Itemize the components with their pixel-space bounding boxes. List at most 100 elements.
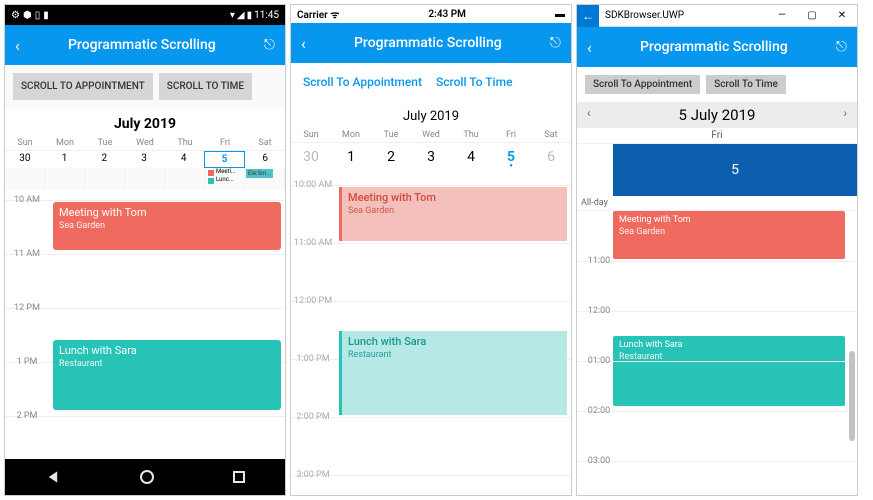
appointment-meeting[interactable]: Meeting with Tom Sea Garden (339, 187, 567, 241)
appointment-lunch[interactable]: Lunch with Sara Restaurant (613, 336, 845, 406)
nav-home-icon[interactable] (140, 470, 154, 484)
day-label: Fri (577, 128, 857, 144)
day-label: Sat (245, 136, 285, 150)
date-row: 30 1 2 3 4 5 6 (5, 151, 285, 168)
window-title: SDKBrowser.UWP (599, 10, 767, 21)
date-cell-selected[interactable]: 5 (491, 143, 531, 175)
day-label: Tue (85, 136, 125, 150)
prev-icon[interactable]: ‹ (587, 106, 591, 120)
date-cell[interactable]: 1 (331, 143, 371, 175)
date-cell[interactable]: 4 (451, 143, 491, 175)
next-icon[interactable]: › (843, 106, 847, 120)
appt-sub: Sea Garden (619, 227, 839, 237)
appt-title: Lunch with Sara (59, 344, 137, 357)
scroll-to-time-button[interactable]: Scroll To Time (706, 75, 786, 94)
month-header: ‹ 5 July 2019 › (577, 102, 857, 128)
app-bar: ‹ Programmatic Scrolling ⎋ (291, 23, 571, 63)
day-label: Wed (125, 136, 165, 150)
day-label: Sat (531, 128, 571, 142)
button-row: Scroll To Appointment Scroll To Time (291, 63, 571, 101)
app-title: Programmatic Scrolling (306, 35, 550, 51)
appointment-meeting[interactable]: Meeting with Tom Sea Garden (53, 202, 281, 250)
app-bar: ‹ Programmatic Scrolling ⎋ (577, 27, 857, 67)
month-header: July 2019 (291, 101, 571, 128)
time-label: 1:00 PM (291, 354, 335, 364)
date-cell[interactable]: 6 (245, 151, 285, 168)
scroll-to-time-button[interactable]: SCROLL TO TIME (159, 73, 252, 100)
time-label: 02:00 (577, 406, 621, 416)
appt-title: Meeting with Tom (348, 191, 436, 204)
date-cell[interactable]: 4 (164, 151, 204, 168)
share-icon[interactable]: ⎋ (264, 37, 275, 53)
android-device: ⚙ ⬢ ▯ ▮ ▾ ◢ ▮ 11:45 ‹ Programmatic Scrol… (4, 4, 286, 496)
date-block[interactable]: 5 (613, 144, 857, 196)
share-icon[interactable]: ⎋ (836, 39, 847, 55)
date-cell[interactable]: 1 (45, 151, 85, 168)
scroll-to-appointment-button[interactable]: SCROLL TO APPOINTMENT (13, 73, 153, 100)
scrollbar[interactable] (849, 351, 855, 441)
time-label: 10:00 AM (291, 180, 335, 190)
time-label: 12 PM (5, 303, 49, 313)
time-label: 1 PM (5, 357, 49, 367)
date-cell[interactable]: 2 (84, 151, 124, 168)
ios-status-bar: Carrier ᯤ 2:43 PM ▬ (291, 5, 571, 23)
month-label: 5 July 2019 (679, 106, 756, 124)
day-label: Thu (165, 136, 205, 150)
date-cell[interactable]: 30 (5, 151, 45, 168)
time-label: 3:00 PM (291, 470, 335, 480)
minimize-icon[interactable]: — (767, 10, 797, 21)
time-label: 2:00 PM (291, 412, 335, 422)
battery-icon: ▮ (247, 10, 253, 21)
time-grid[interactable]: Meeting with Tom Sea Garden 11:00 12:00 … (577, 211, 857, 491)
time-grid[interactable]: 10:00 AM 11:00 AM 12:00 PM 1:00 PM 2:00 … (291, 175, 571, 496)
day-label: Fri (205, 136, 245, 150)
appt-sub: Restaurant (348, 350, 561, 360)
carrier-label: Carrier (297, 10, 328, 21)
day-label: Wed (411, 128, 451, 142)
date-cell[interactable]: 6 (531, 143, 571, 175)
weekday-row: Sun Mon Tue Wed Thu Fri Sat (291, 128, 571, 143)
share-icon[interactable]: ⎋ (550, 35, 561, 51)
appt-title: Meeting with Tom (59, 206, 147, 219)
appt-title: Lunch with Sara (348, 335, 426, 348)
time-label: 12:00 (577, 306, 621, 316)
appointment-meeting[interactable]: Meeting with Tom Sea Garden (613, 211, 845, 259)
app-title: Programmatic Scrolling (592, 39, 836, 55)
day-label: Sun (5, 136, 45, 150)
android-nav-bar (5, 459, 285, 495)
scroll-to-appointment-button[interactable]: Scroll To Appointment (299, 71, 426, 93)
scroll-to-time-button[interactable]: Scroll To Time (432, 71, 517, 93)
close-icon[interactable]: ✕ (827, 10, 857, 21)
date-cell-selected[interactable]: 5 (204, 151, 246, 168)
time-label: 01:00 (577, 356, 621, 366)
day-label: Mon (331, 128, 371, 142)
signal-icon: ◢ (237, 10, 245, 21)
appt-sub: Sea Garden (348, 206, 561, 216)
mini-lunch-dot (208, 178, 214, 184)
appt-sub: Restaurant (59, 359, 275, 369)
scroll-to-appointment-button[interactable]: Scroll To Appointment (585, 75, 700, 94)
appt-sub: Sea Garden (59, 221, 275, 231)
gear-icon: ⚙ (11, 10, 20, 21)
time-label: 11:00 AM (291, 238, 335, 248)
appointment-lunch[interactable]: Lunch with Sara Restaurant (53, 340, 281, 410)
date-cell[interactable]: 3 (411, 143, 451, 175)
maximize-icon[interactable]: ▢ (797, 10, 827, 21)
doc-icon: ▯ (35, 10, 41, 21)
button-row: Scroll To Appointment Scroll To Time (577, 67, 857, 102)
time-label: 03:00 (577, 456, 621, 466)
nav-back-icon[interactable] (48, 471, 56, 482)
time-grid[interactable]: 10 AM 11 AM 12 PM 1 PM 2 PM Meeting with… (5, 190, 285, 461)
time-label: 11 AM (5, 249, 49, 259)
uwp-title-bar: ← SDKBrowser.UWP — ▢ ✕ (577, 5, 857, 27)
date-cell[interactable]: 2 (371, 143, 411, 175)
appt-title: Meeting with Tom (619, 215, 691, 225)
nav-recent-icon[interactable] (233, 471, 245, 483)
appointment-lunch[interactable]: Lunch with Sara Restaurant (339, 331, 567, 415)
date-cell[interactable]: 30 (291, 143, 331, 175)
day-label: Fri (491, 128, 531, 142)
app-icon: ← (577, 5, 599, 27)
date-row: 30 1 2 3 4 5 6 (291, 143, 571, 175)
date-cell[interactable]: 3 (124, 151, 164, 168)
mini-badge: Ele:Sm... (246, 169, 273, 178)
